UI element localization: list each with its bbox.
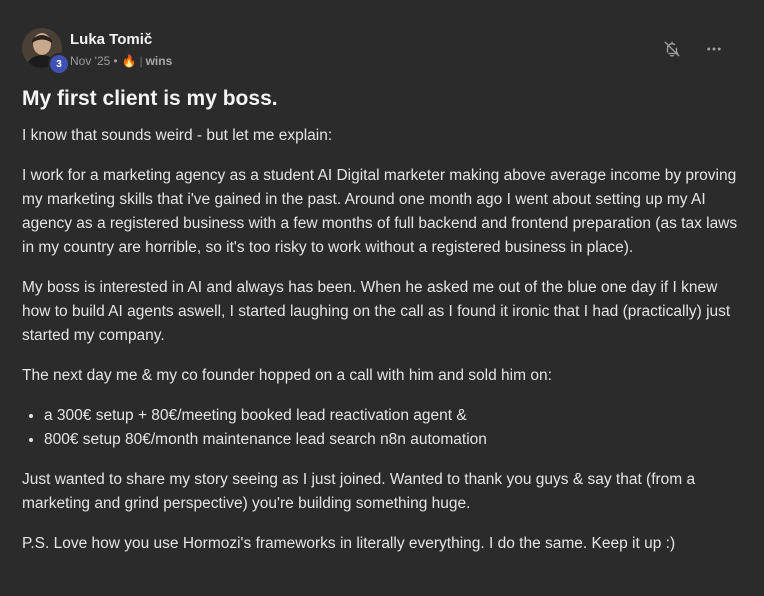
post-card: 3 Luka Tomič Nov '25 • 🔥 | wins My first… xyxy=(0,0,764,596)
paragraph: Just wanted to share my story seeing as … xyxy=(22,471,696,512)
fire-icon: 🔥 xyxy=(121,54,137,68)
post-title: My first client is my boss. xyxy=(22,87,278,110)
more-horizontal-icon[interactable] xyxy=(704,39,724,59)
post-category[interactable]: wins xyxy=(146,54,173,68)
paragraph: I know that sounds weird - but let me ex… xyxy=(22,127,333,144)
post-actions xyxy=(662,39,724,59)
list-item: 800€ setup 80€/month maintenance lead se… xyxy=(44,428,742,452)
meta-separator: | xyxy=(139,54,143,68)
post-date: Nov '25 xyxy=(70,54,111,68)
bell-slash-icon[interactable] xyxy=(662,39,682,59)
author-name[interactable]: Luka Tomič xyxy=(70,31,152,48)
paragraph: My boss is interested in AI and always h… xyxy=(22,279,731,344)
post-meta: Nov '25 • 🔥 | wins xyxy=(70,54,172,68)
meta-dot: • xyxy=(113,54,118,68)
author-avatar[interactable]: 3 xyxy=(22,28,70,75)
paragraph: P.S. Love how you use Hormozi's framewor… xyxy=(22,535,676,552)
bullet-list: a 300€ setup + 80€/meeting booked lead r… xyxy=(22,404,742,452)
level-badge: 3 xyxy=(48,53,70,75)
post-body: I know that sounds weird - but let me ex… xyxy=(22,124,742,572)
paragraph: The next day me & my co founder hopped o… xyxy=(22,367,552,384)
list-item: a 300€ setup + 80€/meeting booked lead r… xyxy=(44,404,742,428)
paragraph: I work for a marketing agency as a stude… xyxy=(22,167,738,256)
